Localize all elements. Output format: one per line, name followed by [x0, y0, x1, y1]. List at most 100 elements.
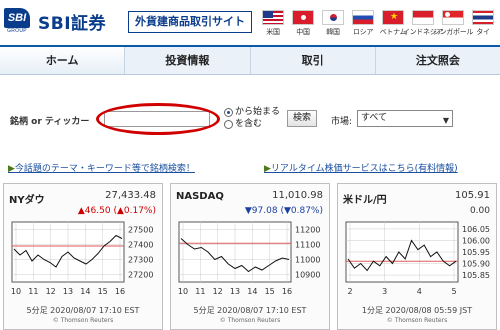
x-tick-label: 15 — [98, 287, 108, 296]
x-tick-label: 16 — [282, 287, 292, 296]
chart-footer: 5分足 2020/08/07 17:10 EST — [26, 306, 140, 315]
x-tick-label: 3 — [382, 287, 387, 296]
flag-russia[interactable]: ロシア — [348, 4, 378, 42]
search-label: 銘柄 or ティッカー — [10, 117, 90, 127]
chart-title: NASDAQ — [176, 191, 224, 202]
chart-panel-nasdaq[interactable]: NASDAQ 11,010.98 ▼97.08 (▼0.87%) 10900 11… — [170, 183, 330, 330]
change-value: 0.00 — [469, 206, 490, 216]
th-flag-icon — [472, 10, 494, 25]
flag-korea[interactable]: 韓国 — [318, 4, 348, 42]
market-label: 市場: — [331, 117, 353, 127]
market-value: すべて — [361, 113, 388, 123]
info-links: ▶今話題のテーマ・キーワード等で銘柄検索！ ▶リアルタイム株価サービスはこちら(… — [0, 161, 500, 175]
y-tick-label: 105.95 — [462, 248, 490, 257]
x-tick-label: 2 — [347, 287, 352, 296]
x-tick-label: 15 — [265, 287, 275, 296]
nav-market-info[interactable]: 投資情報 — [125, 47, 251, 74]
match-mode-radios: から始まる を含む — [224, 106, 280, 130]
x-tick-label: 5 — [451, 287, 456, 296]
radio-contains[interactable]: を含む — [224, 118, 280, 130]
flag-label: ロシア — [352, 28, 374, 36]
chart-footer: 1分足 2020/08/08 05:59 JST — [361, 306, 473, 315]
flag-us[interactable]: 米国 — [258, 4, 288, 42]
theme-search-link-text: 今話題のテーマ・キーワード等で銘柄検索！ — [14, 164, 195, 174]
radio-unselected-icon — [224, 119, 233, 129]
flag-label: タイ — [476, 28, 490, 36]
y-tick-label: 105.90 — [462, 260, 490, 269]
chart-panel-dow[interactable]: NYダウ 27,433.48 ▲46.50 (▲0.17%) 27200 2730… — [3, 183, 163, 330]
chart-price: 27,433.48 — [105, 190, 156, 201]
x-tick-label: 13 — [63, 287, 73, 296]
x-tick-label: 13 — [230, 287, 240, 296]
chart-source: © Thomson Reuters — [386, 317, 448, 324]
chart-source: © Thomson Reuters — [52, 317, 114, 324]
y-tick-label: 106.00 — [462, 236, 490, 245]
highlight-oval — [96, 103, 220, 135]
y-tick-label: 106.05 — [462, 225, 490, 234]
logo-group-text: GROUP — [7, 28, 27, 34]
y-tick-label: 10900 — [295, 271, 320, 280]
chart-panel-usdjpy[interactable]: 米ドル/円 105.91 0.00 105.85 105.90 105.95 106.… — [337, 183, 497, 330]
flag-label: 韓国 — [326, 28, 340, 36]
y-tick-label: 105.85 — [462, 271, 490, 280]
main-nav: ホーム 投資情報 取引 注文照会 — [0, 45, 500, 75]
y-tick-label: 11000 — [295, 256, 320, 265]
x-tick-label: 16 — [115, 287, 125, 296]
vn-flag-icon: ★ — [382, 10, 404, 25]
change-value: ▼97.08 — [244, 206, 278, 216]
chevron-down-icon: ▼ — [442, 116, 449, 125]
y-tick-label: 27500 — [128, 226, 153, 235]
y-tick-label: 11200 — [295, 226, 320, 235]
market-select[interactable]: すべて ▼ — [357, 110, 453, 127]
chart-change: ▼97.08 (▼0.87%) — [245, 206, 323, 216]
search-button[interactable]: 検索 — [287, 110, 317, 127]
realtime-service-link[interactable]: ▶リアルタイム株価サービスはこちら(有料情報) — [264, 161, 458, 174]
arrow-bullet-icon: ▶ — [8, 164, 15, 174]
arrow-bullet-icon: ▶ — [264, 164, 271, 174]
flag-thailand[interactable]: タイ — [468, 4, 498, 42]
sbi-logo[interactable]: SBI GROUP — [4, 8, 30, 36]
flag-label: 米国 — [266, 28, 280, 36]
usdjpy-chart-svg: 105.85 105.90 105.95 106.00 106.05 2 3 4 5 — [345, 221, 490, 296]
flag-china[interactable]: 中国 — [288, 4, 318, 42]
kr-flag-icon — [322, 10, 344, 25]
country-flags: 米国 中国 韓国 ロシア ★ ベトナム インドネシア シンガポール タイ — [258, 4, 500, 42]
chart-title: NYダウ — [9, 195, 45, 206]
change-pct: (▼0.87%) — [280, 206, 323, 216]
header: SBI GROUP SBI証券 外貨建商品取引サイト 米国 中国 韓国 ロシア — [0, 0, 500, 45]
chart-title: 米ドル/円 — [343, 195, 387, 206]
change-pct: (▲0.17%) — [113, 206, 156, 216]
sg-flag-icon — [442, 10, 464, 25]
change-value: ▲46.50 — [77, 206, 111, 216]
flag-singapore[interactable]: シンガポール — [433, 4, 473, 42]
dow-chart-svg: 27200 27300 27400 27500 10 11 12 13 14 15 16 — [11, 221, 153, 296]
x-tick-label: 14 — [247, 287, 257, 296]
ru-flag-icon — [352, 10, 374, 25]
y-tick-label: 27300 — [128, 256, 153, 265]
radio-starts-with[interactable]: から始まる — [224, 106, 280, 118]
theme-search-link[interactable]: ▶今話題のテーマ・キーワード等で銘柄検索！ — [8, 161, 195, 174]
y-tick-label: 27400 — [128, 241, 153, 250]
x-tick-label: 14 — [80, 287, 90, 296]
x-tick-label: 11 — [195, 287, 205, 296]
flag-label: 中国 — [296, 28, 310, 36]
nav-order-inquiry[interactable]: 注文照会 — [376, 47, 500, 74]
chart-change: ▲46.50 (▲0.17%) — [78, 206, 156, 216]
x-tick-label: 12 — [46, 287, 56, 296]
radio-starts-label: から始まる — [235, 107, 281, 117]
id-flag-icon — [412, 10, 434, 25]
radio-selected-icon — [224, 107, 233, 117]
chart-price: 105.91 — [455, 190, 490, 201]
realtime-service-link-text: リアルタイム株価サービスはこちら(有料情報) — [270, 164, 458, 174]
chart-footer: 5分足 2020/08/07 17:10 EST — [193, 306, 307, 315]
y-tick-label: 11100 — [295, 241, 320, 250]
nav-trade[interactable]: 取引 — [251, 47, 376, 74]
brand-name[interactable]: SBI証券 — [38, 9, 106, 34]
nasdaq-chart-svg: 10900 11000 11100 11200 10 11 12 13 14 15 16 — [178, 221, 320, 296]
x-tick-label: 12 — [213, 287, 223, 296]
chart-price: 11,010.98 — [272, 190, 323, 201]
nav-home[interactable]: ホーム — [0, 47, 126, 74]
y-tick-label: 27200 — [128, 271, 153, 280]
radio-contains-label: を含む — [235, 119, 263, 129]
x-tick-label: 10 — [11, 287, 21, 296]
